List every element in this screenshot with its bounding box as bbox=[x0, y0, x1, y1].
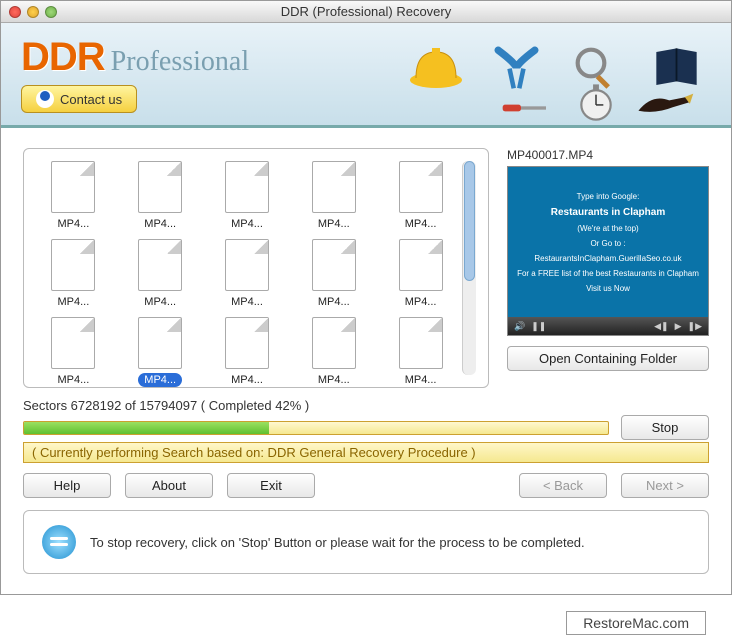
file-scrollbar[interactable] bbox=[462, 161, 476, 375]
preview-filename: MP400017.MP4 bbox=[507, 148, 709, 162]
stop-button[interactable]: Stop bbox=[621, 415, 709, 440]
file-item[interactable]: MP4... bbox=[36, 239, 111, 309]
file-icon bbox=[138, 161, 182, 213]
file-label: MP4... bbox=[138, 373, 182, 387]
file-item[interactable]: MP4... bbox=[383, 161, 458, 231]
open-containing-folder-button[interactable]: Open Containing Folder bbox=[507, 346, 709, 371]
file-label: MP4... bbox=[225, 217, 269, 231]
sectors-status: Sectors 6728192 of 15794097 ( Completed … bbox=[23, 398, 709, 413]
file-label: MP4... bbox=[399, 217, 443, 231]
brand-logo: DDR bbox=[21, 35, 105, 80]
help-button[interactable]: Help bbox=[23, 473, 111, 498]
video-preview: Type into Google: Restaurants in Clapham… bbox=[507, 166, 709, 336]
preview-line: Type into Google: bbox=[577, 192, 640, 201]
contact-avatar-icon bbox=[36, 90, 54, 108]
file-icon bbox=[225, 239, 269, 291]
file-label: MP4... bbox=[312, 373, 356, 387]
file-icon bbox=[312, 317, 356, 369]
contact-us-button[interactable]: Contact us bbox=[21, 85, 137, 113]
file-item[interactable]: MP4... bbox=[210, 317, 285, 387]
preview-line: Or Go to : bbox=[590, 239, 625, 248]
play-icon[interactable]: ▶ bbox=[675, 321, 682, 332]
screwdriver-icon bbox=[501, 83, 551, 128]
file-item[interactable]: MP4... bbox=[123, 239, 198, 309]
video-controls: 🔊 ❚❚ ◀❚ ▶ ❚▶ bbox=[508, 317, 708, 335]
progress-bar bbox=[23, 421, 609, 435]
file-icon bbox=[51, 161, 95, 213]
file-label: MP4... bbox=[52, 217, 96, 231]
pause-icon[interactable]: ❚❚ bbox=[531, 321, 546, 332]
hint-panel: To stop recovery, click on 'Stop' Button… bbox=[23, 510, 709, 574]
file-label: MP4... bbox=[312, 217, 356, 231]
file-list-panel: MP4... MP4... MP4... MP4... MP4... MP4... MP4.… bbox=[23, 148, 489, 388]
preview-line: Visit us Now bbox=[586, 284, 630, 293]
scrollbar-thumb[interactable] bbox=[464, 161, 475, 281]
file-icon bbox=[138, 239, 182, 291]
file-item[interactable]: MP4... bbox=[123, 161, 198, 231]
file-label: MP4... bbox=[312, 295, 356, 309]
file-icon bbox=[399, 161, 443, 213]
file-label: MP4... bbox=[138, 217, 182, 231]
file-item[interactable]: MP4... bbox=[36, 317, 111, 387]
footer-watermark: RestoreMac.com bbox=[566, 611, 706, 635]
file-icon bbox=[312, 161, 356, 213]
file-item[interactable]: MP4... bbox=[296, 239, 371, 309]
header-tool-icons bbox=[401, 33, 711, 103]
file-label: MP4... bbox=[399, 373, 443, 387]
window-title: DDR (Professional) Recovery bbox=[1, 4, 731, 19]
volume-icon[interactable]: 🔊 bbox=[514, 321, 525, 332]
preview-line: (We're at the top) bbox=[577, 224, 638, 233]
file-icon bbox=[51, 239, 95, 291]
preview-line: Restaurants in Clapham bbox=[551, 207, 665, 218]
file-item[interactable]: MP4... bbox=[36, 161, 111, 231]
prev-icon[interactable]: ◀❚ bbox=[654, 321, 668, 332]
preview-line: For a FREE list of the best Restaurants … bbox=[517, 269, 699, 278]
file-icon bbox=[225, 161, 269, 213]
file-item[interactable]: MP4... bbox=[210, 239, 285, 309]
file-icon bbox=[399, 317, 443, 369]
file-label: MP4... bbox=[225, 373, 269, 387]
hardhat-icon bbox=[401, 33, 471, 103]
file-label: MP4... bbox=[225, 295, 269, 309]
contact-label: Contact us bbox=[60, 92, 122, 107]
file-item[interactable]: MP4... bbox=[123, 317, 198, 387]
file-icon bbox=[225, 317, 269, 369]
preview-panel: MP400017.MP4 Type into Google: Restauran… bbox=[507, 148, 709, 388]
brand-sub: Professional bbox=[111, 46, 249, 78]
preview-line: RestaurantsInClapham.GuerillaSeo.co.uk bbox=[534, 254, 681, 263]
file-icon bbox=[399, 239, 443, 291]
file-icon bbox=[312, 239, 356, 291]
hint-text: To stop recovery, click on 'Stop' Button… bbox=[90, 535, 585, 550]
file-label: MP4... bbox=[52, 295, 96, 309]
pen-icon bbox=[635, 83, 695, 123]
next-icon[interactable]: ❚▶ bbox=[688, 321, 702, 332]
exit-button[interactable]: Exit bbox=[227, 473, 315, 498]
file-item[interactable]: MP4... bbox=[296, 161, 371, 231]
file-item[interactable]: MP4... bbox=[296, 317, 371, 387]
file-icon bbox=[51, 317, 95, 369]
stopwatch-icon bbox=[571, 77, 621, 127]
search-procedure-note: ( Currently performing Search based on: … bbox=[23, 442, 709, 463]
file-label: MP4... bbox=[138, 295, 182, 309]
file-item[interactable]: MP4... bbox=[383, 317, 458, 387]
titlebar: DDR (Professional) Recovery bbox=[1, 1, 731, 23]
about-button[interactable]: About bbox=[125, 473, 213, 498]
next-button[interactable]: Next > bbox=[621, 473, 709, 498]
file-item[interactable]: MP4... bbox=[210, 161, 285, 231]
header-banner: DDR Professional Contact us bbox=[1, 23, 731, 128]
file-item[interactable]: MP4... bbox=[383, 239, 458, 309]
progress-fill bbox=[24, 422, 269, 434]
back-button[interactable]: < Back bbox=[519, 473, 607, 498]
file-icon bbox=[138, 317, 182, 369]
info-icon bbox=[42, 525, 76, 559]
file-label: MP4... bbox=[52, 373, 96, 387]
file-label: MP4... bbox=[399, 295, 443, 309]
